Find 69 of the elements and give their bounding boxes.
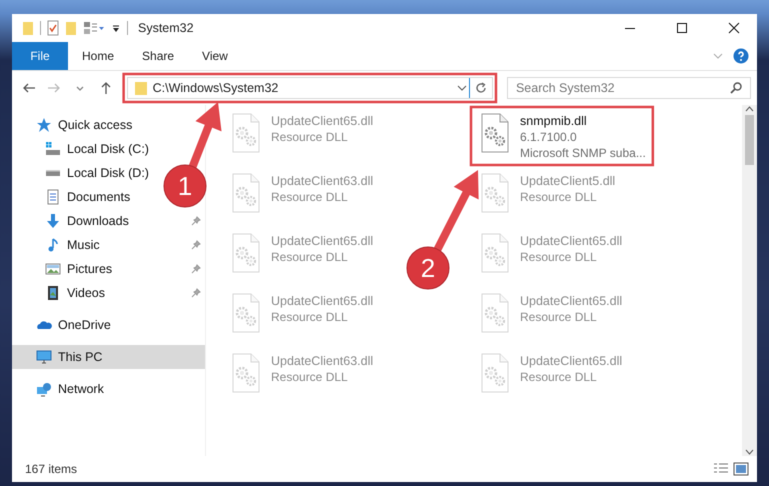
item-count: 167 items (25, 462, 78, 476)
file-name: UpdateClient65.dll (520, 234, 622, 248)
nav-item[interactable]: Documents (12, 185, 136, 209)
file-description: Resource DLL (271, 130, 349, 144)
close-icon (728, 22, 740, 34)
ribbon-tab[interactable]: View (188, 42, 242, 70)
file-description: Resource DLL (271, 370, 349, 384)
scrollbar[interactable] (742, 105, 757, 456)
ribbon-tab[interactable]: File (12, 42, 68, 70)
nav-item[interactable]: Downloads (12, 209, 205, 233)
ribbon-tab[interactable]: Home (68, 42, 128, 70)
down-arrow-icon (45, 213, 61, 229)
file-description: Resource DLL (520, 250, 598, 264)
document-icon (45, 189, 61, 205)
file-description: Resource DLL (271, 190, 349, 204)
nav-item[interactable]: This PC (12, 345, 205, 369)
right-arrow-icon (47, 81, 62, 95)
picture-icon (45, 261, 61, 277)
search-field[interactable]: Search System32 (506, 77, 751, 99)
file-item[interactable]: snmpmib.dll 6.1.7100.0 Microsoft SNMP suba... (474, 110, 650, 162)
maximize-icon (676, 22, 688, 34)
file-description: Resource DLL (520, 190, 598, 204)
large-icons-button[interactable] (731, 462, 751, 476)
file-name: UpdateClient63.dll (271, 174, 374, 188)
star-icon (36, 117, 52, 133)
picture-icon (733, 462, 749, 476)
step-badge: 2 (406, 246, 450, 290)
help-icon[interactable] (733, 48, 749, 64)
network-icon (36, 381, 52, 397)
file-name: UpdateClient63.dll (271, 354, 374, 368)
search-icon[interactable] (728, 81, 743, 95)
file-name: UpdateClient65.dll (271, 234, 374, 248)
properties-icon[interactable] (47, 20, 59, 36)
nav-item[interactable]: Music (12, 233, 205, 257)
scroll-thumb[interactable] (745, 115, 754, 165)
address-bar[interactable]: C:\Windows\System32 (126, 77, 493, 99)
ribbon-tab[interactable]: Share (128, 42, 188, 70)
left-arrow-icon (22, 81, 36, 95)
scroll-down-icon[interactable] (745, 448, 754, 456)
nav-item[interactable]: Quick access (12, 113, 138, 137)
view-dropdown-icon[interactable] (83, 20, 105, 36)
window-title: System32 (138, 21, 194, 35)
nav-item[interactable]: Local Disk (C:) (12, 137, 155, 161)
scroll-up-icon[interactable] (745, 105, 754, 113)
nav-item[interactable]: Network (12, 377, 110, 401)
file-name: UpdateClient5.dll (520, 174, 616, 188)
file-name: UpdateClient65.dll (520, 294, 622, 308)
file-version: 6.1.7100.0 (520, 130, 578, 144)
refresh-icon (474, 82, 487, 94)
file-name: UpdateClient65.dll (271, 114, 374, 128)
monitor-icon (36, 349, 52, 365)
nav-item[interactable]: Videos (12, 281, 205, 305)
nav-item[interactable]: Pictures (12, 257, 205, 281)
file-description: Resource DLL (520, 370, 598, 384)
address-path: C:\Windows\System32 (152, 81, 280, 95)
nav-item[interactable]: Local Disk (D:) (12, 161, 155, 185)
drive-icon (45, 141, 61, 157)
film-icon (45, 285, 61, 301)
file-description: Resource DLL (271, 310, 349, 324)
file-name: snmpmib.dll (520, 114, 588, 128)
file-description: Resource DLL (520, 310, 598, 324)
caret-icon[interactable] (456, 84, 467, 92)
file-description: Resource DLL (271, 250, 349, 264)
file-name: UpdateClient65.dll (271, 294, 374, 308)
file-description: Microsoft SNMP suba... (520, 146, 646, 160)
file-name: UpdateClient65.dll (520, 354, 622, 368)
step-badge: 1 (164, 164, 206, 208)
drive-icon (45, 169, 61, 177)
nav-item[interactable]: OneDrive (12, 313, 117, 337)
